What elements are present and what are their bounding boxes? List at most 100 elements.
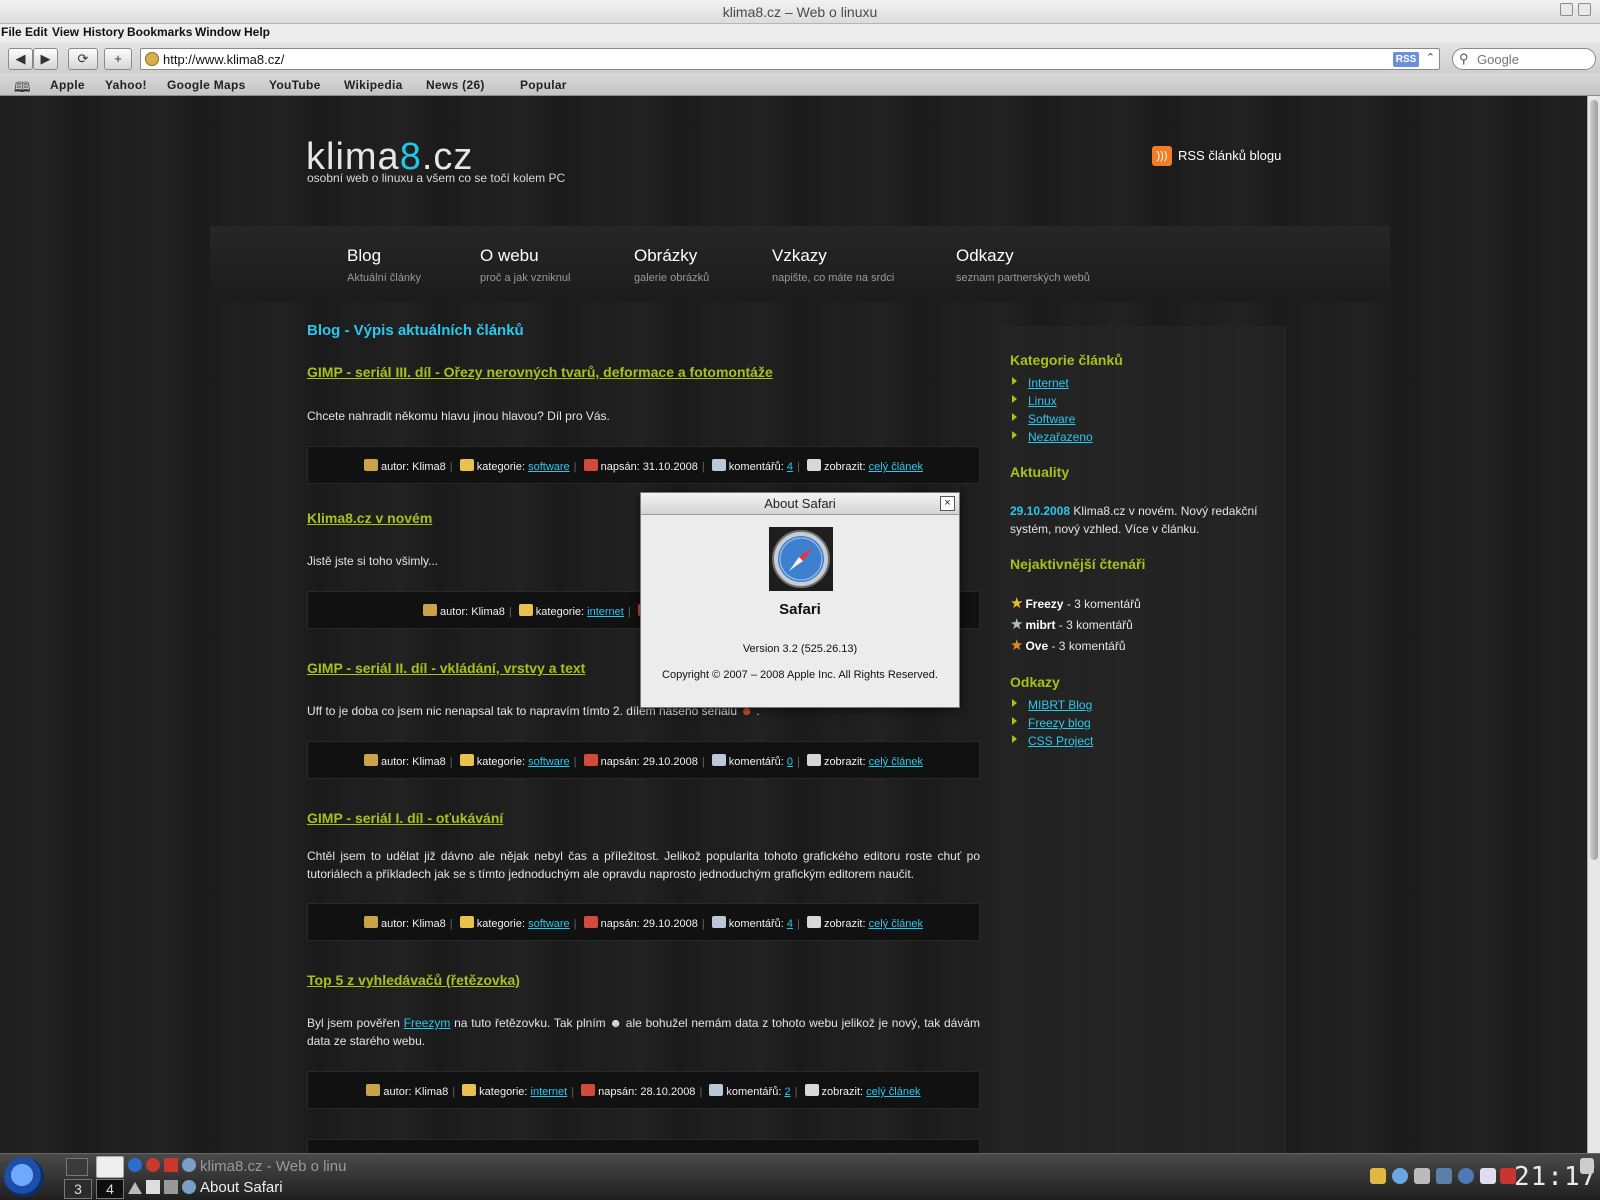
article-meta: autor: Klima8| kategorie: internet| naps… (307, 1071, 980, 1109)
forward-button[interactable]: ▶ (33, 48, 58, 70)
tray-icon[interactable] (1458, 1168, 1474, 1184)
freezy-link[interactable]: Freezym (404, 1016, 451, 1030)
task-klima8[interactable]: klima8.cz - Web o linu (200, 1158, 346, 1175)
meta-date: 29.10.2008 (642, 756, 698, 768)
menu-view[interactable]: View (52, 25, 79, 39)
bookmark-apple[interactable]: Apple (50, 78, 85, 92)
bookmark-wikipedia[interactable]: Wikipedia (344, 78, 403, 92)
meta-category-label: kategorie: (535, 606, 585, 618)
meta-comments-link[interactable]: 2 (784, 1086, 790, 1098)
nav-item-vzkazy[interactable]: Vzkazy napište, co máte na srdci (772, 246, 894, 284)
gold-star-icon: ★ (1010, 595, 1024, 612)
editor-icon[interactable] (146, 1180, 160, 1194)
nav-item-obrazky[interactable]: Obrázky galerie obrázků (634, 246, 709, 284)
reader-count: - 3 komentářů (1055, 618, 1133, 632)
page-title: Blog - Výpis aktuálních článků (307, 322, 524, 339)
tray-icon[interactable] (1414, 1168, 1430, 1184)
meta-category-link[interactable]: software (528, 461, 570, 473)
menu-window[interactable]: Window (195, 25, 241, 39)
task-about-safari[interactable]: About Safari (200, 1179, 283, 1196)
tray-icon[interactable] (1436, 1168, 1452, 1184)
show-desktop-icon[interactable] (66, 1158, 88, 1176)
article-perex: Byl jsem pověřen Freezym na tuto řetězov… (307, 1014, 980, 1050)
menu-file[interactable]: File (1, 25, 22, 39)
close-icon[interactable]: × (940, 496, 955, 511)
meta-category-link[interactable]: software (528, 918, 570, 930)
scrollbar-thumb[interactable] (1590, 100, 1598, 860)
lock-icon[interactable] (1580, 1158, 1594, 1174)
meta-category-link[interactable]: internet (587, 606, 624, 618)
dialog-titlebar[interactable]: About Safari × (641, 493, 959, 515)
magnifier-icon (806, 916, 821, 928)
quicklaunch-icon[interactable] (128, 1158, 142, 1172)
tray-icon[interactable] (1392, 1168, 1408, 1184)
bookmark-yahoo[interactable]: Yahoo! (105, 78, 147, 92)
category-link-nezarazeno[interactable]: Nezařazeno (1012, 430, 1093, 444)
article-title-link[interactable]: Top 5 z vyhledávačů (řetězovka) (307, 972, 520, 988)
meta-category-link[interactable]: internet (531, 1086, 568, 1098)
bookmark-google-maps[interactable]: Google Maps (167, 78, 246, 92)
back-button[interactable]: ◀ (8, 48, 33, 70)
category-link-linux[interactable]: Linux (1012, 394, 1057, 408)
category-link-internet[interactable]: Internet (1012, 376, 1069, 390)
safari-icon (182, 1158, 196, 1172)
bookmark-news[interactable]: News (26) (426, 78, 485, 92)
article-title-link[interactable]: Klima8.cz v novém (307, 510, 432, 526)
tray-icon[interactable] (1480, 1168, 1496, 1184)
menu-history[interactable]: History (83, 25, 124, 39)
add-bookmark-button[interactable]: + (104, 48, 132, 70)
author-icon (363, 754, 378, 766)
meta-show-label: zobrazit: (823, 756, 866, 768)
meta-full-article-link[interactable]: celý článek (869, 918, 923, 930)
address-url[interactable]: http://www.klima8.cz/ (163, 52, 284, 67)
meta-author: autor: Klima8 (380, 461, 446, 473)
meta-full-article-link[interactable]: celý článek (869, 756, 923, 768)
minimize-button[interactable] (1560, 3, 1573, 16)
pager-active-icon[interactable] (96, 1156, 124, 1178)
reload-button[interactable]: ⟳ (68, 48, 98, 70)
meta-category-label: kategorie: (476, 918, 526, 930)
menu-bar: File Edit View History Bookmarks Window … (0, 24, 1600, 42)
bronze-star-icon: ★ (1010, 637, 1024, 654)
folder-icon (462, 1084, 477, 1096)
desktop-4[interactable]: 4 (96, 1179, 124, 1199)
category-link-software[interactable]: Software (1012, 412, 1075, 426)
link-css-project[interactable]: CSS Project (1012, 734, 1093, 748)
meta-category-link[interactable]: software (528, 756, 570, 768)
address-bar[interactable]: http://www.klima8.cz/ RSS ⌃ (140, 48, 1440, 70)
article-title-link[interactable]: GIMP - seriál I. díl - oťukávání (307, 810, 503, 826)
link-freezy-blog[interactable]: Freezy blog (1012, 716, 1091, 730)
nav-item-odkazy[interactable]: Odkazy seznam partnerských webů (956, 246, 1090, 284)
tray-icon[interactable] (1370, 1168, 1386, 1184)
search-field[interactable]: ⚲ (1452, 48, 1596, 70)
meta-comments-link[interactable]: 0 (787, 756, 793, 768)
meta-comments-link[interactable]: 4 (787, 918, 793, 930)
menu-edit[interactable]: Edit (25, 25, 48, 39)
menu-bookmarks[interactable]: Bookmarks (127, 25, 192, 39)
meta-full-article-link[interactable]: celý článek (866, 1086, 920, 1098)
article-title-link[interactable]: GIMP - seriál II. díl - vkládání, vrstvy… (307, 660, 585, 676)
bookmark-popular[interactable]: Popular (520, 78, 567, 92)
kde-menu-icon[interactable] (4, 1157, 44, 1197)
menu-help[interactable]: Help (244, 25, 270, 39)
meta-written-label: napsán: (600, 756, 640, 768)
desktop-3[interactable]: 3 (64, 1179, 92, 1199)
search-input[interactable] (1477, 52, 1587, 67)
rss-button[interactable]: RSS (1393, 52, 1419, 67)
home-icon[interactable] (128, 1180, 142, 1194)
meta-full-article-link[interactable]: celý článek (869, 461, 923, 473)
quicklaunch-icon[interactable] (146, 1158, 160, 1172)
meta-comments-link[interactable]: 4 (787, 461, 793, 473)
filezilla-icon[interactable] (164, 1158, 178, 1172)
article-title-link[interactable]: GIMP - seriál III. díl - Ořezy nerovných… (307, 364, 773, 380)
link-mibrt-blog[interactable]: MIBRT Blog (1012, 698, 1092, 712)
nav-item-o-webu[interactable]: O webu proč a jak vzniknul (480, 246, 571, 284)
vertical-scrollbar[interactable] (1587, 96, 1600, 1153)
bookmark-youtube[interactable]: YouTube (269, 78, 321, 92)
nav-subtitle: galerie obrázků (634, 272, 710, 284)
article-meta: autor: Klima8 | kategorie: software | naps… (307, 446, 980, 484)
maximize-button[interactable] (1578, 3, 1591, 16)
nav-item-blog[interactable]: Blog Aktuální články (347, 246, 421, 284)
snapback-icon[interactable]: ⌃ (1426, 51, 1435, 64)
mail-icon[interactable] (164, 1180, 178, 1194)
